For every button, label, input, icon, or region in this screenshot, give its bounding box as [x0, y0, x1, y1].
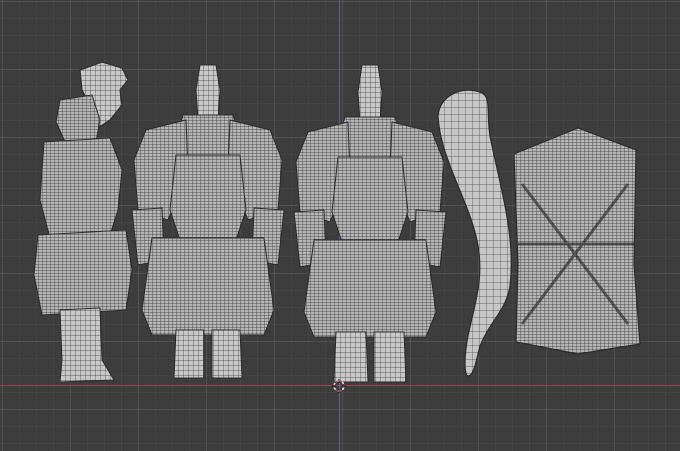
armor-back-view-mesh[interactable] [290, 62, 450, 390]
3d-cursor-icon[interactable] [332, 378, 346, 393]
wrapped-bundle-mesh[interactable] [508, 124, 643, 356]
armor-side-view-mesh[interactable] [30, 60, 140, 390]
armor-front-view-mesh[interactable] [128, 60, 288, 390]
3d-viewport[interactable] [0, 0, 680, 451]
horn-plume-mesh[interactable] [430, 86, 520, 381]
